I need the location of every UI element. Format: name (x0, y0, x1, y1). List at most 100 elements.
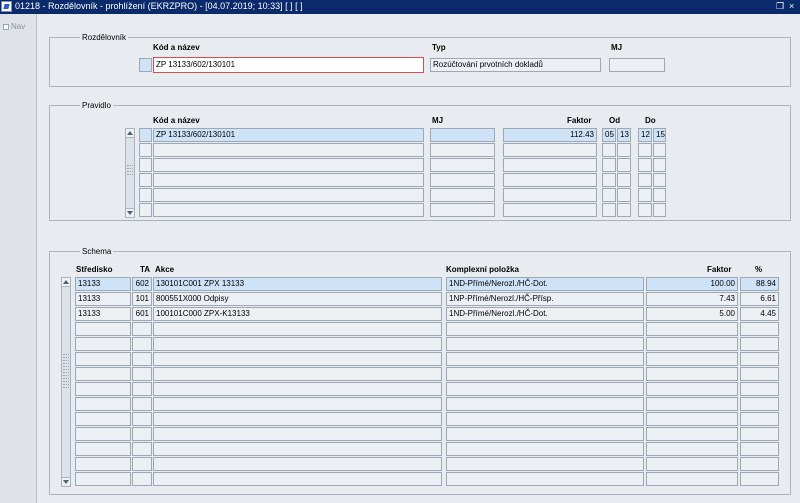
schema-faktor-cell[interactable]: 7.43 (646, 292, 738, 306)
schema-stredisko-cell[interactable] (75, 412, 131, 426)
schema-stredisko-cell[interactable]: 13133 (75, 292, 131, 306)
pravidlo-do-cell[interactable] (638, 173, 652, 187)
schema-ta-cell[interactable]: 602 (132, 277, 152, 291)
schema-pct-cell[interactable] (740, 427, 779, 441)
schema-faktor-cell[interactable] (646, 472, 738, 486)
schema-ta-cell[interactable] (132, 397, 152, 411)
schema-pct-cell[interactable] (740, 337, 779, 351)
schema-polozka-cell[interactable] (446, 337, 644, 351)
schema-polozka-cell[interactable] (446, 397, 644, 411)
pravidlo-do-cell[interactable] (638, 158, 652, 172)
schema-stredisko-cell[interactable]: 13133 (75, 307, 131, 321)
pravidlo-faktor-cell[interactable]: 112.43 (503, 128, 597, 142)
schema-faktor-cell[interactable] (646, 397, 738, 411)
row-indicator[interactable] (139, 158, 152, 172)
pravidlo-kod-cell[interactable] (153, 173, 424, 187)
schema-stredisko-cell[interactable] (75, 322, 131, 336)
pravidlo-od-cell[interactable]: 05 (602, 128, 616, 142)
pravidlo-mj-cell[interactable] (430, 173, 495, 187)
schema-faktor-cell[interactable] (646, 382, 738, 396)
schema-polozka-cell[interactable] (446, 427, 644, 441)
rozdelovnik-kod-field[interactable]: ZP 13133/602/130101 (153, 57, 424, 73)
schema-ta-cell[interactable] (132, 322, 152, 336)
schema-stredisko-cell[interactable] (75, 427, 131, 441)
scroll-grip[interactable] (63, 375, 69, 376)
pravidlo-kod-cell[interactable] (153, 188, 424, 202)
schema-faktor-cell[interactable] (646, 352, 738, 366)
schema-pct-cell[interactable] (740, 397, 779, 411)
schema-pct-cell[interactable]: 88.94 (740, 277, 779, 291)
scroll-grip[interactable] (63, 357, 69, 358)
row-indicator[interactable] (139, 143, 152, 157)
schema-pct-cell[interactable] (740, 442, 779, 456)
row-indicator[interactable] (139, 128, 152, 142)
row-indicator[interactable] (139, 173, 152, 187)
pravidlo-mj-cell[interactable] (430, 203, 495, 217)
pravidlo-do-cell[interactable]: 15 (653, 128, 666, 142)
pravidlo-faktor-cell[interactable] (503, 158, 597, 172)
schema-polozka-cell[interactable] (446, 442, 644, 456)
pravidlo-mj-cell[interactable] (430, 188, 495, 202)
pravidlo-mj-cell[interactable] (430, 158, 495, 172)
pravidlo-do-cell[interactable] (653, 188, 666, 202)
rozdelovnik-record-indicator[interactable] (139, 58, 152, 72)
pravidlo-do-cell[interactable]: 12 (638, 128, 652, 142)
rozdelovnik-typ-field[interactable]: Rozúčtování prvotních dokladů (430, 58, 601, 72)
row-indicator[interactable] (139, 188, 152, 202)
schema-stredisko-cell[interactable] (75, 352, 131, 366)
scroll-grip[interactable] (63, 378, 69, 379)
schema-ta-cell[interactable] (132, 367, 152, 381)
pravidlo-od-cell[interactable] (602, 173, 616, 187)
schema-ta-cell[interactable] (132, 382, 152, 396)
schema-stredisko-cell[interactable] (75, 382, 131, 396)
schema-akce-cell[interactable] (153, 397, 442, 411)
schema-ta-cell[interactable] (132, 412, 152, 426)
schema-scrollbar[interactable] (61, 277, 71, 487)
schema-polozka-cell[interactable] (446, 472, 644, 486)
restore-icon[interactable]: ❐ (776, 1, 784, 12)
schema-akce-cell[interactable] (153, 427, 442, 441)
schema-stredisko-cell[interactable] (75, 457, 131, 471)
pravidlo-faktor-cell[interactable] (503, 143, 597, 157)
schema-ta-cell[interactable] (132, 337, 152, 351)
schema-polozka-cell[interactable] (446, 367, 644, 381)
pravidlo-do-cell[interactable] (653, 203, 666, 217)
row-indicator[interactable] (139, 203, 152, 217)
schema-polozka-cell[interactable]: 1ND-Přímé/Nerozl./HČ-Dot. (446, 277, 644, 291)
pravidlo-od-cell[interactable] (617, 143, 631, 157)
schema-ta-cell[interactable] (132, 352, 152, 366)
schema-akce-cell[interactable] (153, 457, 442, 471)
schema-ta-cell[interactable]: 601 (132, 307, 152, 321)
schema-stredisko-cell[interactable] (75, 397, 131, 411)
pravidlo-do-cell[interactable] (638, 143, 652, 157)
schema-pct-cell[interactable] (740, 322, 779, 336)
schema-pct-cell[interactable]: 4.45 (740, 307, 779, 321)
scroll-grip[interactable] (127, 171, 133, 172)
pravidlo-faktor-cell[interactable] (503, 173, 597, 187)
schema-polozka-cell[interactable] (446, 457, 644, 471)
schema-ta-cell[interactable] (132, 427, 152, 441)
schema-akce-cell[interactable]: 130101C001 ZPX 13133 (153, 277, 442, 291)
schema-akce-cell[interactable]: 100101C000 ZPX-K13133 (153, 307, 442, 321)
scroll-grip[interactable] (63, 387, 69, 388)
schema-ta-cell[interactable] (132, 442, 152, 456)
pravidlo-od-cell[interactable] (602, 158, 616, 172)
pravidlo-kod-cell[interactable] (153, 158, 424, 172)
pravidlo-kod-cell[interactable] (153, 203, 424, 217)
schema-faktor-cell[interactable] (646, 337, 738, 351)
nav-button[interactable]: Nav (3, 22, 25, 31)
pravidlo-od-cell[interactable] (617, 188, 631, 202)
scroll-down-icon[interactable] (62, 477, 70, 486)
pravidlo-od-cell[interactable] (602, 203, 616, 217)
pravidlo-mj-cell[interactable] (430, 143, 495, 157)
schema-akce-cell[interactable] (153, 442, 442, 456)
schema-polozka-cell[interactable] (446, 382, 644, 396)
rozdelovnik-mj-field[interactable] (609, 58, 665, 72)
pravidlo-od-cell[interactable] (617, 158, 631, 172)
schema-pct-cell[interactable]: 6.61 (740, 292, 779, 306)
scroll-up-icon[interactable] (126, 129, 134, 138)
pravidlo-faktor-cell[interactable] (503, 188, 597, 202)
pravidlo-do-cell[interactable] (638, 203, 652, 217)
scroll-grip[interactable] (127, 165, 133, 166)
schema-polozka-cell[interactable]: 1NP-Přímé/Nerozl./HČ-Přísp. (446, 292, 644, 306)
